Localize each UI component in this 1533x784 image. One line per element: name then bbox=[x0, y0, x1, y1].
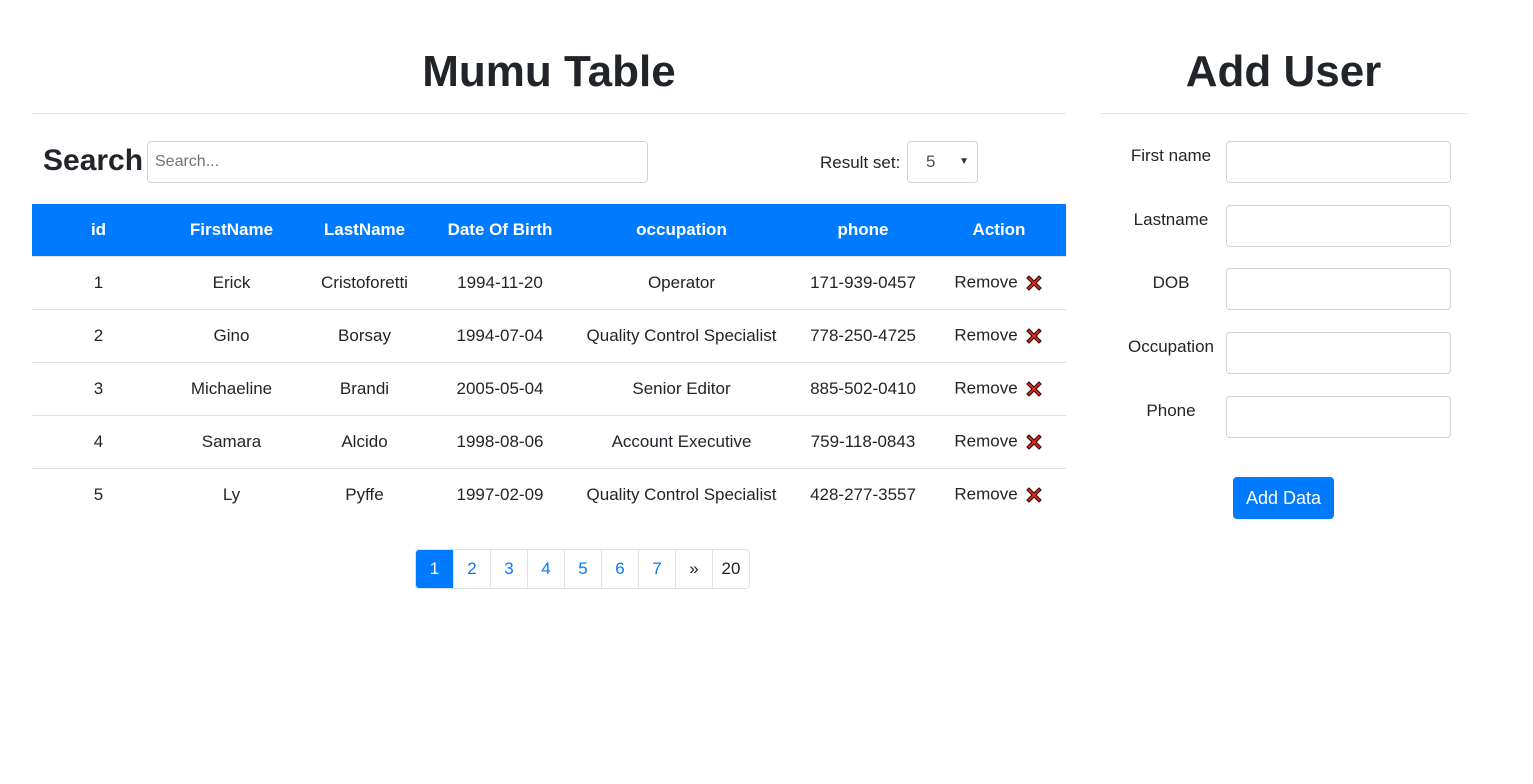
page-button[interactable]: 5 bbox=[564, 550, 601, 588]
close-x-icon[interactable] bbox=[1024, 485, 1044, 505]
remove-label[interactable]: Remove bbox=[954, 485, 1017, 504]
page-button[interactable]: 2 bbox=[453, 550, 490, 588]
cell-occupation: Operator bbox=[647, 272, 716, 292]
phone-field[interactable] bbox=[1226, 396, 1451, 438]
column-header-phone[interactable]: phone bbox=[794, 204, 932, 256]
close-x-icon[interactable] bbox=[1024, 326, 1044, 346]
column-header-id[interactable]: id bbox=[32, 204, 165, 256]
search-input[interactable] bbox=[147, 141, 648, 183]
first-name-label: First name bbox=[1130, 146, 1212, 165]
cell-phone: 759-118-0843 bbox=[810, 431, 916, 451]
users-table: id FirstName LastName Date Of Birth occu… bbox=[32, 204, 1066, 521]
cell-phone: 171-939-0457 bbox=[810, 272, 916, 292]
remove-label[interactable]: Remove bbox=[954, 379, 1017, 398]
cell-dob: 1994-11-20 bbox=[457, 272, 543, 292]
chevron-down-icon: ▼ bbox=[959, 156, 969, 167]
remove-label[interactable]: Remove bbox=[954, 432, 1017, 451]
remove-action[interactable]: Remove bbox=[932, 256, 1066, 309]
cell-firstname: Ly bbox=[222, 484, 241, 504]
column-header-action: Action bbox=[972, 219, 1026, 239]
close-x-icon[interactable] bbox=[1024, 273, 1044, 293]
page-button[interactable]: 3 bbox=[490, 550, 527, 588]
remove-action[interactable]: Remove bbox=[932, 362, 1066, 415]
cell-id: 5 bbox=[93, 484, 104, 504]
add-user-divider bbox=[1100, 113, 1467, 114]
title-divider bbox=[32, 113, 1066, 114]
page-button[interactable]: 20 bbox=[712, 550, 749, 588]
cell-lastname: Pyffe bbox=[345, 484, 384, 504]
remove-label[interactable]: Remove bbox=[954, 273, 1017, 292]
cell-id: 4 bbox=[93, 431, 104, 451]
cell-occupation: Quality Control Specialist bbox=[586, 484, 777, 504]
column-header-dob[interactable]: Date Of Birth bbox=[431, 204, 569, 256]
close-x-icon[interactable] bbox=[1024, 379, 1044, 399]
page-button[interactable]: 6 bbox=[601, 550, 638, 588]
result-set-label: Result set: bbox=[820, 153, 901, 172]
cell-lastname: Alcido bbox=[341, 431, 388, 451]
dob-field[interactable] bbox=[1226, 268, 1451, 310]
cell-firstname: Michaeline bbox=[190, 378, 273, 398]
cell-occupation: Senior Editor bbox=[632, 378, 731, 398]
add-user-title: Add User bbox=[1185, 47, 1382, 96]
cell-phone: 778-250-4725 bbox=[810, 325, 916, 345]
pagination: 1 2 3 4 5 6 7» 20 bbox=[415, 549, 750, 589]
cell-phone: 885-502-0410 bbox=[810, 378, 916, 398]
table-row: 1 Erick Cristoforetti 1994-11-20 Operator 171… bbox=[32, 256, 1066, 309]
cell-id: 3 bbox=[93, 378, 104, 398]
remove-action[interactable]: Remove bbox=[932, 309, 1066, 362]
cell-lastname: Brandi bbox=[339, 378, 390, 398]
lastname-label: Lastname bbox=[1133, 210, 1209, 229]
dob-label: DOB bbox=[1152, 273, 1190, 292]
phone-label: Phone bbox=[1146, 401, 1196, 420]
remove-label[interactable]: Remove bbox=[954, 326, 1017, 345]
cell-occupation: Quality Control Specialist bbox=[586, 325, 777, 345]
page-next-button[interactable]: » bbox=[675, 550, 712, 588]
table-row: 4 Samara Alcido 1998-08-06 Account Executive… bbox=[32, 415, 1066, 468]
page-button[interactable]: 1 bbox=[416, 550, 453, 588]
cell-firstname: Samara bbox=[201, 431, 262, 451]
cell-dob: 1998-08-06 bbox=[456, 431, 544, 451]
column-header-lastname[interactable]: LastName bbox=[298, 204, 431, 256]
table-row: 5 Ly Pyffe 1997-02-09 Quality Control Specia… bbox=[32, 468, 1066, 521]
table-row: 2 Gino Borsay 1994-07-04 Quality Control Spe… bbox=[32, 309, 1066, 362]
table-row: 3 Michaeline Brandi 2005-05-04 Senior Editor… bbox=[32, 362, 1066, 415]
table-header-row: id FirstName LastName Date Of Birth occu… bbox=[32, 204, 1066, 256]
remove-action[interactable]: Remove bbox=[932, 415, 1066, 468]
page-button[interactable]: 7 bbox=[638, 550, 675, 588]
lastname-field[interactable] bbox=[1226, 205, 1451, 247]
cell-lastname: Borsay bbox=[338, 325, 391, 345]
cell-dob: 2005-05-04 bbox=[456, 378, 544, 398]
column-header-occupation[interactable]: occupation bbox=[569, 204, 794, 256]
page-button[interactable]: 4 bbox=[527, 550, 564, 588]
remove-action[interactable]: Remove bbox=[932, 468, 1066, 521]
page-title: Mumu Table bbox=[422, 47, 676, 96]
cell-lastname: Cristoforetti bbox=[321, 272, 408, 292]
cell-dob: 1994-07-04 bbox=[456, 325, 544, 345]
first-name-field[interactable] bbox=[1226, 141, 1451, 183]
add-data-button[interactable]: Add Data bbox=[1233, 477, 1334, 519]
result-set-value: 5 bbox=[926, 152, 936, 171]
cell-id: 1 bbox=[93, 272, 104, 292]
close-x-icon[interactable] bbox=[1024, 432, 1044, 452]
search-label: Search bbox=[43, 144, 144, 177]
cell-dob: 1997-02-09 bbox=[456, 484, 544, 504]
cell-firstname: Gino bbox=[213, 325, 250, 345]
cell-phone: 428-277-3557 bbox=[810, 484, 916, 504]
cell-id: 2 bbox=[93, 325, 104, 345]
result-set-select[interactable]: 5 ▼ bbox=[907, 141, 978, 183]
cell-firstname: Erick bbox=[212, 272, 251, 292]
occupation-field[interactable] bbox=[1226, 332, 1451, 374]
occupation-label: Occupation bbox=[1128, 337, 1214, 356]
column-header-firstname[interactable]: FirstName bbox=[165, 204, 298, 256]
cell-occupation: Account Executive bbox=[611, 431, 752, 451]
